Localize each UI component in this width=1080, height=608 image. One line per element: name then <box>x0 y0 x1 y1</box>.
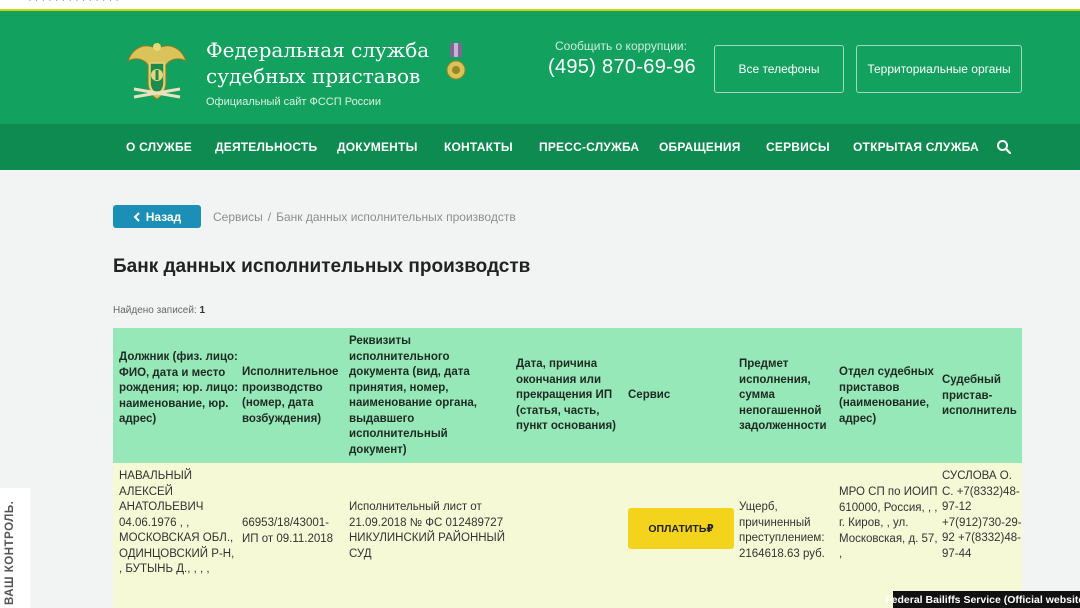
header-proceeding: Исполнительное производство (номер, дата… <box>242 366 339 425</box>
nav-item-open-service[interactable]: ОТКРЫТАЯ СЛУЖБА <box>853 124 979 170</box>
header-subject: Предмет исполнения, сумма непогашенной з… <box>739 358 827 432</box>
site-subtitle: Официальный сайт ФССП России <box>206 96 381 108</box>
main-nav: О СЛУЖБЕ ДЕЯТЕЛЬНОСТЬ ДОКУМЕНТЫ КОНТАКТЫ… <box>0 124 1080 170</box>
records-found: Найдено записей: 1 <box>113 305 205 316</box>
records-found-count: 1 <box>199 305 206 316</box>
back-button-label: Назад <box>145 209 182 224</box>
corruption-report-label: Сообщить о коррупции: <box>555 39 687 53</box>
top-strip-text: · · · · · · · · · · · · · · <box>28 0 120 6</box>
breadcrumb: Сервисы / Банк данных исполнительных произ… <box>213 210 516 224</box>
cell-subject: Ущерб, причиненный преступлением: 216461… <box>739 501 825 560</box>
header-bailiff: Судебный пристав-исполнитель <box>942 374 1017 417</box>
pay-button[interactable]: ОПЛАТИТЬ₽ <box>628 508 734 549</box>
site-title-line1: Федеральная служба <box>206 38 430 62</box>
all-phones-button[interactable]: Все телефоны <box>714 45 844 93</box>
breadcrumb-item-services[interactable]: Сервисы <box>213 210 263 224</box>
top-strip: · · · · · · · · · · · · · · <box>0 0 1080 11</box>
table-header: Должник (физ. лицо: ФИО, дата и место ро… <box>113 328 1022 463</box>
page-title: Банк данных исполнительных производств <box>113 256 531 277</box>
nav-item-documents[interactable]: ДОКУМЕНТЫ <box>337 124 418 170</box>
site-header: Федеральная служба судебных приставов Оф… <box>0 11 1080 124</box>
image-caption: Federal Bailiffs Service (Official websi… <box>885 591 1080 608</box>
back-button[interactable]: Назад <box>113 205 201 228</box>
breadcrumb-separator: / <box>267 210 272 224</box>
site-title-line2: судебных приставов <box>206 64 421 88</box>
fssp-eagle-emblem-icon[interactable] <box>126 39 188 103</box>
territorial-bodies-button[interactable]: Территориальные органы <box>856 45 1022 93</box>
chevron-left-icon <box>133 211 140 222</box>
cell-proceeding: 66953/18/43001-ИП от 09.11.2018 <box>242 517 334 545</box>
breadcrumb-item-current: Банк данных исполнительных производств <box>276 210 516 224</box>
nav-item-services[interactable]: СЕРВИСЫ <box>766 124 830 170</box>
side-watermark: ВАШ КОНТРОЛЬ. <box>0 488 30 608</box>
table-row: НАВАЛЬНЫЙ АЛЕКСЕЙ АНАТОЛЬЕВИЧ 04.06.1976… <box>113 463 1022 608</box>
cell-debtor: НАВАЛЬНЫЙ АЛЕКСЕЙ АНАТОЛЬЕВИЧ 04.06.1976… <box>119 470 235 575</box>
nav-item-appeals[interactable]: ОБРАЩЕНИЯ <box>659 124 741 170</box>
nav-item-press[interactable]: ПРЕСС-СЛУЖБА <box>539 124 639 170</box>
cell-department: МРО СП по ИОИП 610000, Россия, , , г. Ки… <box>839 486 938 560</box>
header-end-reason: Дата, причина окончания или прекращения … <box>516 358 616 432</box>
header-document: Реквизиты исполнительного документа (вид… <box>349 335 477 456</box>
site-title[interactable]: Федеральная служба судебных приставов <box>206 37 446 89</box>
nav-item-about[interactable]: О СЛУЖБЕ <box>126 124 192 170</box>
nav-item-contacts[interactable]: КОНТАКТЫ <box>444 124 513 170</box>
header-department: Отдел судебных приставов (наименование, … <box>839 366 934 425</box>
search-icon[interactable] <box>996 139 1012 155</box>
cell-bailiff: СУСЛОВА О. С. +7(8332)48-97-12 +7(912)73… <box>942 470 1022 560</box>
medal-icon <box>446 43 466 80</box>
records-found-label: Найдено записей: <box>113 305 197 316</box>
header-debtor: Должник (физ. лицо: ФИО, дата и место ро… <box>119 351 239 425</box>
nav-item-activity[interactable]: ДЕЯТЕЛЬНОСТЬ <box>215 124 317 170</box>
header-service: Сервис <box>628 389 671 401</box>
cell-document: Исполнительный лист от 21.09.2018 № ФС 0… <box>349 501 506 560</box>
side-watermark-text: ВАШ КОНТРОЛЬ. <box>4 500 16 605</box>
corruption-phone[interactable]: (495) 870-69-96 <box>548 56 696 79</box>
